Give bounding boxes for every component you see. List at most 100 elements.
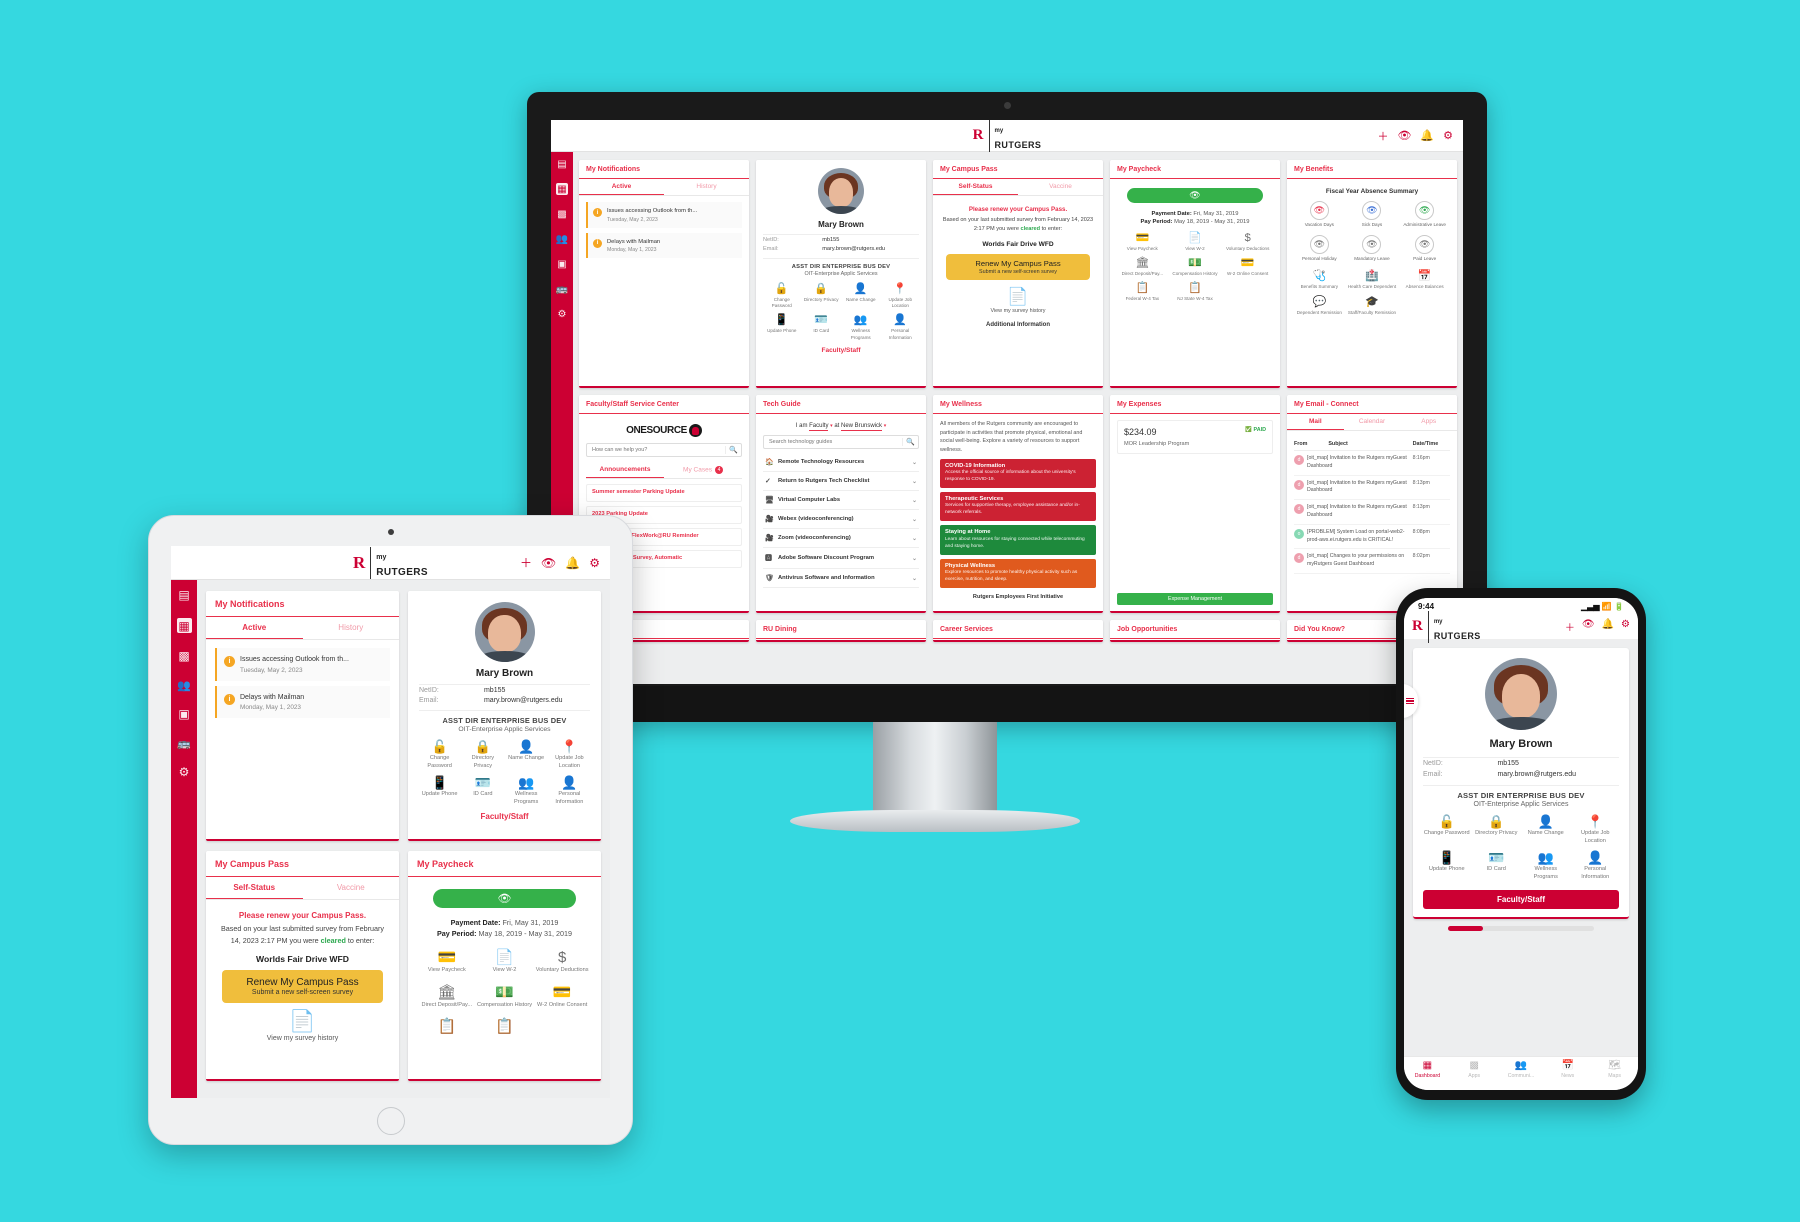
- benefit-mandatory-leave[interactable]: 👁 Mandatory Leave: [1347, 235, 1398, 262]
- notification-item[interactable]: i Delays with Mailman Monday, May 1, 202…: [586, 232, 742, 259]
- settings-icon[interactable]: ⚙: [178, 765, 190, 779]
- news-icon[interactable]: ▣: [178, 707, 190, 721]
- action-change-password[interactable]: 🔓 Change Password: [1423, 815, 1471, 845]
- wellness-tile-covid[interactable]: COVID-19 Information Access the official…: [940, 458, 1096, 488]
- maps-icon[interactable]: 🚌: [556, 283, 568, 295]
- faculty-staff-button[interactable]: Faculty/Staff: [1423, 890, 1619, 910]
- action-w2-online-consent[interactable]: 💳 W-2 Online Consent: [534, 985, 590, 1010]
- panel-icon[interactable]: ▤: [556, 158, 568, 170]
- dashboard-icon[interactable]: ▦: [176, 618, 192, 633]
- tech-guide-item[interactable]: 🛡 Antivirus Software and Information ⌄: [763, 569, 919, 588]
- document-icon[interactable]: 📄: [940, 288, 1096, 305]
- search-icon[interactable]: 🔍: [902, 438, 918, 446]
- action-federal-w4[interactable]: 📋: [419, 1019, 475, 1034]
- chevron-down-icon[interactable]: ⌄: [912, 575, 917, 582]
- maps-icon[interactable]: 🚌: [177, 737, 191, 750]
- tech-guide-item[interactable]: 🏠 Remote Technology Resources ⌄: [763, 453, 919, 472]
- email-row[interactable]: d [oit_map] Invitation to the Rutgers myG…: [1294, 451, 1450, 476]
- tab-announcements[interactable]: Announcements: [586, 462, 664, 478]
- action-wellness-programs[interactable]: 👥 Wellness Programs: [842, 315, 880, 340]
- action-compensation-history[interactable]: 💵 Compensation History: [1170, 258, 1221, 277]
- chevron-down-icon[interactable]: ▾: [884, 423, 887, 429]
- community-icon[interactable]: 👥: [177, 679, 191, 692]
- action-update-job-location[interactable]: 📍 Update Job Location: [882, 284, 920, 309]
- tab-mail[interactable]: Mail: [1287, 414, 1344, 430]
- bell-icon[interactable]: 🔔: [1602, 619, 1614, 634]
- action-personal-information[interactable]: 👤 Personal Information: [549, 776, 590, 806]
- link-absence-balances[interactable]: 📅 Absence Balances: [1399, 271, 1450, 290]
- gear-icon[interactable]: ⚙: [1443, 129, 1453, 142]
- renew-campus-pass-button[interactable]: Renew My Campus Pass Submit a new self-s…: [222, 969, 383, 1003]
- service-center-search[interactable]: 🔍: [586, 443, 742, 457]
- bell-icon[interactable]: 🔔: [1420, 129, 1434, 142]
- action-id-card[interactable]: 🪪 ID Card: [462, 776, 503, 806]
- nav-dashboard[interactable]: ▦ Dashboard: [1404, 1057, 1451, 1090]
- tab-active[interactable]: Active: [206, 617, 303, 639]
- chevron-down-icon[interactable]: ⌄: [912, 497, 917, 504]
- survey-history-link[interactable]: View my survey history: [216, 1035, 389, 1042]
- paycheck-visibility-toggle[interactable]: 👁: [1127, 188, 1263, 203]
- link-benefits-summary[interactable]: 🩺 Benefits Summary: [1294, 271, 1345, 290]
- paycheck-visibility-toggle[interactable]: 👁: [433, 889, 576, 908]
- tech-guide-item[interactable]: ✓ Return to Rutgers Tech Checklist ⌄: [763, 472, 919, 491]
- tab-self-status[interactable]: Self-Status: [206, 877, 303, 899]
- expense-management-button[interactable]: Expense Management: [1117, 593, 1273, 605]
- action-w2-online-consent[interactable]: 💳 W-2 Online Consent: [1222, 258, 1273, 277]
- panel-icon[interactable]: ▤: [178, 588, 190, 602]
- action-name-change[interactable]: 👤 Name Change: [842, 284, 880, 309]
- action-personal-information[interactable]: 👤 Personal Information: [882, 315, 920, 340]
- tab-history[interactable]: History: [303, 617, 400, 639]
- wellness-tile-physical[interactable]: Physical Wellness Explore resources to p…: [940, 558, 1096, 589]
- link-dependent-remission[interactable]: 💬 Dependent Remission: [1294, 296, 1345, 316]
- gear-icon[interactable]: ⚙: [589, 556, 600, 570]
- plus-icon[interactable]: ＋: [520, 554, 532, 571]
- chevron-down-icon[interactable]: ⌄: [912, 459, 917, 466]
- chevron-down-icon[interactable]: ⌄: [912, 516, 917, 523]
- tab-my-cases[interactable]: My Cases 4: [664, 462, 742, 478]
- action-id-card[interactable]: 🪪 ID Card: [1473, 851, 1521, 881]
- action-update-job-location[interactable]: 📍 Update Job Location: [1572, 815, 1620, 845]
- gear-icon[interactable]: ⚙: [1621, 619, 1630, 634]
- eye-off-icon[interactable]: 👁: [1397, 129, 1411, 142]
- plus-icon[interactable]: ＋: [1377, 128, 1388, 144]
- tech-guide-item[interactable]: 🎥 Webex (videoconferencing) ⌄: [763, 510, 919, 529]
- renew-campus-pass-button[interactable]: Renew My Campus Pass Submit a new self-s…: [946, 254, 1090, 281]
- action-update-phone[interactable]: 📱 Update Phone: [419, 776, 460, 806]
- action-change-password[interactable]: 🔓 Change Password: [419, 740, 460, 770]
- email-row[interactable]: o [PROBLEM] System Load on portal-web2-pr…: [1294, 525, 1450, 550]
- tab-vaccine[interactable]: Vaccine: [303, 877, 400, 899]
- link-staff-faculty-remission[interactable]: 🎓 Staff/Faculty Remission: [1347, 296, 1398, 316]
- eye-off-icon[interactable]: 👁: [1582, 619, 1595, 634]
- faculty-staff-footer[interactable]: Faculty/Staff: [419, 806, 590, 821]
- link-health-care-dependent[interactable]: 🏥 Health Care Dependent: [1347, 271, 1398, 290]
- community-icon[interactable]: 👥: [556, 233, 568, 245]
- wellness-footer[interactable]: Rutgers Employees First Initiative: [940, 594, 1096, 600]
- action-nj-state-w4[interactable]: 📋: [477, 1019, 533, 1034]
- survey-history-link[interactable]: View my survey history: [940, 308, 1096, 314]
- action-directory-privacy[interactable]: 🔒 Directory Privacy: [803, 284, 841, 309]
- action-id-card[interactable]: 🪪 ID Card: [803, 315, 841, 340]
- bell-icon[interactable]: 🔔: [565, 556, 580, 570]
- dashboard-icon[interactable]: ▦: [556, 183, 568, 195]
- notification-item[interactable]: i Issues accessing Outlook from th... Tu…: [586, 202, 742, 228]
- card-job-opportunities[interactable]: Job Opportunities: [1110, 620, 1280, 642]
- action-directory-privacy[interactable]: 🔒 Directory Privacy: [462, 740, 503, 770]
- email-row[interactable]: d [oit_map] Invitation to the Rutgers myG…: [1294, 500, 1450, 525]
- search-input[interactable]: [587, 447, 725, 453]
- action-update-job-location[interactable]: 📍 Update Job Location: [549, 740, 590, 770]
- benefit-sick-days[interactable]: 👁 Sick Days: [1347, 201, 1398, 228]
- benefit-administrative-leave[interactable]: 👁 Administrative Leave: [1399, 201, 1450, 228]
- action-name-change[interactable]: 👤 Name Change: [1522, 815, 1570, 845]
- chevron-down-icon[interactable]: ⌄: [912, 535, 917, 542]
- action-wellness-programs[interactable]: 👥 Wellness Programs: [506, 776, 547, 806]
- action-view-w2[interactable]: 📄 View W-2: [477, 950, 533, 975]
- action-view-paycheck[interactable]: 💳 View Paycheck: [1117, 233, 1168, 252]
- action-view-paycheck[interactable]: 💳 View Paycheck: [419, 950, 475, 975]
- email-row[interactable]: d [oit_map] Invitation to the Rutgers myG…: [1294, 476, 1450, 501]
- card-ru-dining[interactable]: RU Dining: [756, 620, 926, 642]
- apps-icon[interactable]: ▩: [556, 208, 568, 220]
- action-update-phone[interactable]: 📱 Update Phone: [763, 315, 801, 340]
- document-icon[interactable]: 📄: [216, 1011, 389, 1032]
- tab-calendar[interactable]: Calendar: [1344, 414, 1401, 430]
- tech-guide-item[interactable]: 🖥 Virtual Computer Labs ⌄: [763, 491, 919, 510]
